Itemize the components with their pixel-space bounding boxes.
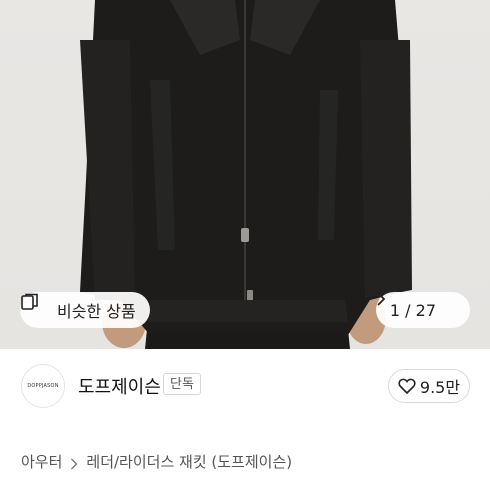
breadcrumb: 아우터 레더/라이더스 재킷 (도프제이슨) (21, 451, 292, 472)
similar-items-label: 비슷한 상품 (57, 302, 136, 321)
similar-items-button[interactable]: 비슷한 상품 (20, 292, 150, 328)
brand-row[interactable]: DOPPJASON 도프제이슨 단독 9.5만 (0, 349, 490, 425)
brand-logo-text: DOPPJASON (27, 383, 59, 389)
like-button[interactable]: 9.5만 (388, 369, 470, 403)
breadcrumb-item-category[interactable]: 레더/라이더스 재킷 (도프제이슨) (86, 451, 292, 472)
brand-logo[interactable]: DOPPJASON (21, 364, 65, 408)
like-count: 9.5만 (419, 378, 461, 397)
chevron-right-icon (70, 456, 78, 469)
product-image[interactable]: 비슷한 상품 1 / 27 (0, 0, 490, 349)
exclusive-badge: 단독 (163, 373, 201, 395)
pager-text: 1 / 27 (389, 300, 436, 320)
chevron-right-icon (377, 292, 458, 317)
image-pager[interactable]: 1 / 27 (375, 292, 470, 328)
heart-outline-icon (398, 378, 416, 394)
brand-name[interactable]: 도프제이슨 (78, 373, 161, 399)
breadcrumb-item-outer[interactable]: 아우터 (21, 451, 62, 472)
similar-items-icon (21, 293, 51, 320)
